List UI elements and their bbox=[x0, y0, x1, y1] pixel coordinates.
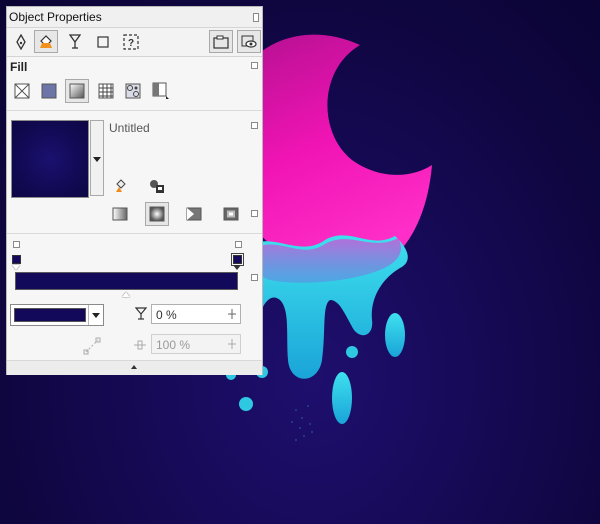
linear-gradient-button[interactable] bbox=[109, 203, 131, 225]
frame-icon bbox=[213, 35, 229, 49]
conical-gradient-button[interactable] bbox=[183, 203, 205, 225]
eye-icon bbox=[241, 35, 257, 48]
properties-tab-strip: ? bbox=[7, 28, 262, 57]
docker-title: Object Properties bbox=[9, 10, 102, 24]
square-outline-icon bbox=[97, 35, 109, 48]
fountain-fill-button[interactable] bbox=[65, 79, 89, 103]
share-fill-button[interactable] bbox=[146, 175, 168, 197]
fill-section-collapse-icon[interactable] bbox=[251, 62, 258, 69]
docker-options-icon[interactable] bbox=[253, 13, 259, 22]
rectangular-gradient-button[interactable] bbox=[220, 203, 242, 225]
disk-share-icon bbox=[150, 180, 164, 193]
tab-visibility[interactable] bbox=[237, 30, 261, 53]
drip-drop bbox=[332, 372, 352, 424]
linear-gradient-icon bbox=[112, 207, 128, 221]
svg-text:?: ? bbox=[128, 38, 134, 49]
save-fill-button[interactable] bbox=[110, 175, 132, 197]
no-fill-button[interactable] bbox=[11, 80, 33, 102]
end-node-pointer bbox=[233, 265, 241, 270]
solid-square-icon bbox=[41, 83, 57, 99]
ramp-options-icon[interactable] bbox=[251, 274, 258, 281]
drip-drop bbox=[385, 313, 405, 357]
object-properties-docker: Object Properties ? Fill Untitled 0 % 10… bbox=[6, 6, 263, 375]
transparency-glass-icon bbox=[69, 33, 81, 49]
node-color-swatch bbox=[14, 308, 86, 322]
summary-question-icon: ? bbox=[123, 33, 139, 50]
docker-titlebar[interactable]: Object Properties bbox=[7, 7, 262, 28]
uniform-fill-button[interactable] bbox=[38, 80, 60, 102]
conical-gradient-icon bbox=[186, 207, 202, 221]
paint-bucket-save-icon bbox=[116, 179, 126, 192]
gradient-square-icon bbox=[69, 83, 85, 99]
chevron-down-icon bbox=[93, 157, 101, 162]
preset-options-icon[interactable] bbox=[251, 122, 258, 129]
rectangular-gradient-icon bbox=[223, 207, 239, 221]
start-node-pointer bbox=[12, 265, 20, 270]
midpoint-icon bbox=[134, 340, 146, 350]
spinner-icon[interactable] bbox=[227, 338, 237, 350]
dot-texture bbox=[291, 405, 313, 441]
tab-transparency[interactable] bbox=[63, 30, 87, 53]
two-color-fill-button[interactable] bbox=[150, 80, 172, 102]
drip-dot bbox=[239, 397, 253, 411]
swirl-pattern-icon bbox=[125, 83, 141, 99]
node-color-dropdown[interactable] bbox=[88, 305, 103, 325]
fill-preset-name: Untitled bbox=[109, 121, 150, 135]
chevron-up-icon bbox=[131, 365, 137, 369]
docker-expand-bar[interactable] bbox=[7, 360, 262, 375]
spinner-icon[interactable] bbox=[227, 308, 237, 320]
tab-fill[interactable] bbox=[34, 30, 58, 53]
tab-frame-view[interactable] bbox=[209, 30, 233, 53]
start-color-node[interactable] bbox=[12, 255, 21, 264]
chevron-down-icon bbox=[92, 312, 100, 318]
fountain-options-icon[interactable] bbox=[251, 210, 258, 217]
node-transparency-value: 0 % bbox=[156, 308, 177, 322]
grid-pattern-icon bbox=[98, 83, 114, 99]
fill-section-title: Fill bbox=[10, 60, 28, 74]
gradient-ramp[interactable] bbox=[15, 272, 238, 290]
start-node-handle[interactable] bbox=[13, 241, 20, 248]
node-position-icon bbox=[83, 337, 101, 355]
x-box-icon bbox=[14, 83, 30, 99]
midpoint-value: 100 % bbox=[156, 338, 191, 352]
fill-preset-dropdown[interactable] bbox=[90, 120, 104, 196]
node-color-picker[interactable] bbox=[10, 304, 104, 326]
two-color-icon bbox=[152, 82, 169, 99]
midpoint-slider-handle[interactable] bbox=[122, 292, 130, 297]
end-color-node[interactable] bbox=[231, 253, 244, 266]
fill-bucket-icon bbox=[40, 34, 52, 48]
separator bbox=[7, 110, 262, 111]
tab-frame[interactable] bbox=[91, 30, 115, 53]
fill-preview-swatch[interactable] bbox=[11, 120, 89, 198]
separator bbox=[7, 233, 262, 234]
midpoint-field[interactable]: 100 % bbox=[151, 334, 241, 354]
tab-outline[interactable] bbox=[9, 30, 33, 53]
tab-summary[interactable]: ? bbox=[119, 30, 143, 53]
transparency-glass-icon bbox=[135, 307, 147, 320]
end-node-handle[interactable] bbox=[235, 241, 242, 248]
drip-dot bbox=[346, 346, 358, 358]
bitmap-pattern-fill-button[interactable] bbox=[122, 80, 144, 102]
elliptical-gradient-icon bbox=[149, 206, 165, 222]
pen-nib-icon bbox=[16, 33, 26, 50]
node-transparency-field[interactable]: 0 % bbox=[151, 304, 241, 324]
elliptical-gradient-button[interactable] bbox=[145, 202, 169, 226]
vector-pattern-fill-button[interactable] bbox=[95, 80, 117, 102]
